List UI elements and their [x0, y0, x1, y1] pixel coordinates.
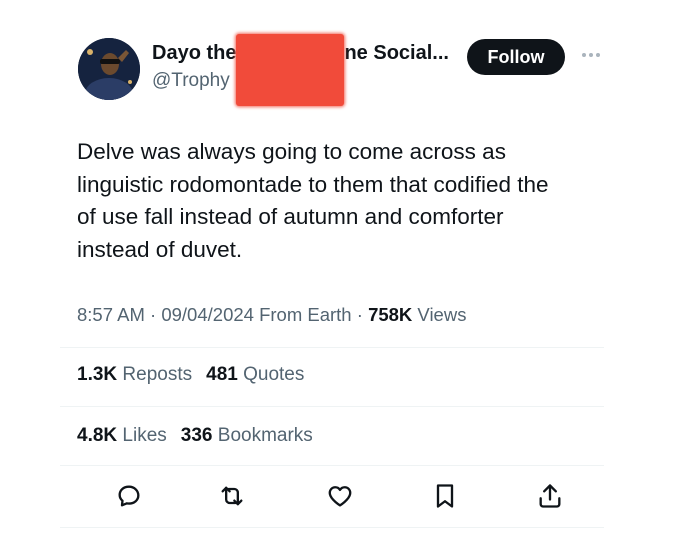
tweet-date[interactable]: 09/04/2024 — [161, 304, 254, 325]
tweet-time[interactable]: 8:57 AM — [77, 304, 145, 325]
quotes-count: 481 — [206, 364, 238, 385]
divider — [60, 527, 604, 528]
meta-separator: · — [144, 304, 162, 325]
divider — [60, 347, 604, 348]
avatar[interactable] — [78, 38, 140, 100]
divider — [60, 406, 604, 407]
display-name-start: Dayo the — [152, 42, 237, 64]
tweet-text-line: instead of duvet. — [77, 236, 243, 262]
bookmark-icon[interactable] — [431, 482, 459, 510]
speech-bubble-icon[interactable] — [115, 482, 143, 510]
redaction-mark — [236, 34, 344, 106]
user-handle[interactable]: @Trophy — [152, 70, 230, 92]
tweet-meta: 8:57 AM · 09/04/2024 From Earth · 758K V… — [77, 304, 466, 326]
views-label: Views — [412, 304, 467, 325]
tweet-source: From Earth — [253, 304, 352, 325]
quotes-label: Quotes — [243, 364, 305, 385]
reposts-label: Reposts — [122, 364, 193, 385]
bookmarks-count: 336 — [180, 425, 213, 446]
follow-button[interactable]: Follow — [467, 39, 565, 75]
meta-separator: · — [351, 304, 369, 325]
more-dots-icon[interactable] — [580, 48, 602, 62]
bookmarks-stat[interactable]: 336 Bookmarks — [181, 425, 313, 446]
tweet-text-line: of use fall instead of autumn and comfor… — [77, 204, 504, 229]
quotes-stat[interactable]: 481 Quotes — [206, 364, 304, 385]
share-upload-icon[interactable] — [536, 482, 564, 510]
repost-arrows-icon[interactable] — [218, 482, 246, 510]
reposts-count: 1.3K — [77, 364, 118, 385]
tweet-text-line: linguistic rodomontade to them that codi… — [77, 171, 549, 197]
tweet-text: Delve was always going to come across as… — [77, 136, 617, 266]
likes-count: 4.8K — [77, 425, 118, 446]
heart-icon[interactable] — [326, 482, 354, 510]
bookmarks-label: Bookmarks — [217, 425, 313, 446]
divider — [60, 465, 604, 466]
likes-label: Likes — [122, 425, 167, 446]
reposts-stat[interactable]: 1.3K Reposts — [77, 364, 192, 385]
tweet-card: Dayo the ne Social... @Trophy Follow Delv… — [0, 0, 680, 539]
views-count: 758K — [368, 304, 413, 325]
repost-quote-stats: 1.3K Reposts 481 Quotes — [77, 364, 304, 386]
like-bookmark-stats: 4.8K Likes 336 Bookmarks — [77, 425, 313, 447]
likes-stat[interactable]: 4.8K Likes — [77, 425, 167, 446]
tweet-text-line: Delve was always going to come across as — [77, 139, 506, 164]
display-name-end: ne Social... — [344, 42, 449, 64]
